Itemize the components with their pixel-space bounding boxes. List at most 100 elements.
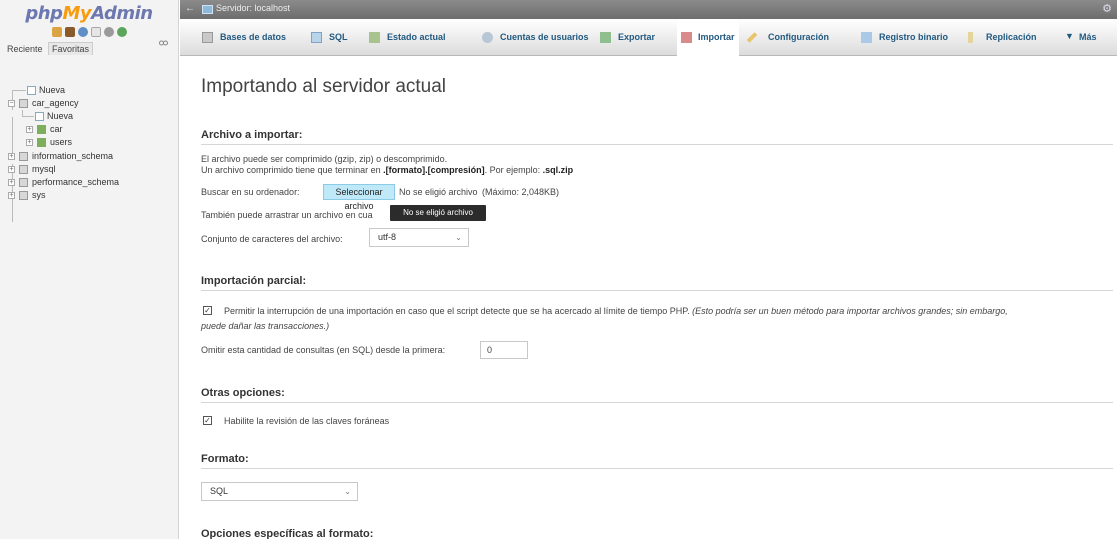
tree-item-label: Nueva (47, 111, 74, 121)
tab-label: Cuentas de usuarios (500, 32, 589, 42)
compression-format-note: Un archivo comprimido tiene que terminar… (201, 165, 573, 175)
charset-label: Conjunto de caracteres del archivo: (201, 234, 343, 244)
collapse-arrow-icon[interactable]: ← (185, 3, 195, 14)
tab-databases[interactable]: Bases de datos (202, 19, 292, 56)
partial-section-heading: Importación parcial: (201, 275, 307, 287)
tab-replication[interactable]: Replicación (968, 19, 1043, 56)
navigation-sidebar: phpMyAdmin Reciente Favoritas Nueva − ca… (0, 0, 179, 539)
database-tree: Nueva − car_agency Nueva + car + users +… (0, 84, 179, 222)
tab-favorites[interactable]: Favoritas (48, 42, 94, 55)
main-nav-tabs: Bases de datos SQL Estado actual Cuentas… (180, 19, 1117, 56)
foreign-keys-checkbox[interactable]: ✓ (203, 416, 212, 425)
databases-icon (202, 32, 213, 43)
link-icon[interactable] (159, 40, 168, 46)
expand-icon[interactable]: + (26, 126, 33, 133)
tab-label: Bases de datos (220, 32, 287, 42)
gear-icon[interactable]: ⚙ (1102, 2, 1112, 15)
format-select[interactable]: SQL ⌄ (201, 482, 358, 501)
tree-item-new[interactable]: Nueva (0, 84, 179, 97)
tab-binary-log[interactable]: Registro binario (861, 19, 955, 56)
foreign-keys-label: Habilite la revisión de las claves forán… (224, 416, 390, 426)
compression-note: El archivo puede ser comprimido (gzip, z… (201, 154, 448, 164)
tab-settings[interactable]: Configuración (746, 19, 846, 56)
logout-icon[interactable] (64, 27, 75, 37)
allow-interrupt-note: (Esto podría ser un buen método para imp… (692, 306, 1008, 316)
collapse-icon[interactable]: − (8, 100, 15, 107)
database-icon (19, 191, 28, 200)
skip-queries-input[interactable]: 0 (480, 341, 528, 359)
tab-label: Configuración (768, 32, 829, 42)
tab-label: Exportar (618, 32, 656, 42)
charset-select[interactable]: utf-8 ⌄ (369, 228, 469, 247)
tab-more[interactable]: ▼ Más (1065, 19, 1110, 56)
charset-value: utf-8 (378, 232, 397, 242)
tab-export[interactable]: Exportar (600, 19, 670, 56)
file-tooltip: No se eligió archivo (390, 205, 486, 221)
logo-admin: Admin (91, 3, 153, 24)
select-file-button[interactable]: Seleccionar archivo (323, 184, 395, 211)
browse-label: Buscar en su ordenador: (201, 187, 300, 197)
help-icon[interactable] (77, 27, 88, 37)
tree-item-label: Nueva (39, 85, 66, 95)
database-icon (19, 152, 28, 161)
table-icon (37, 138, 46, 147)
expand-icon[interactable]: + (26, 139, 33, 146)
database-icon (19, 99, 28, 108)
chevron-down-icon: ▼ (1065, 31, 1074, 41)
allow-interrupt-note: puede dañar las transacciones.) (201, 321, 330, 331)
allow-interrupt-checkbox[interactable]: ✓ (203, 306, 212, 315)
docs-icon[interactable] (90, 27, 101, 37)
section-divider (201, 402, 1113, 403)
wrench-icon (746, 32, 758, 43)
tab-recent[interactable]: Reciente (4, 43, 46, 55)
chevron-down-icon: ⌄ (455, 233, 462, 242)
tab-user-accounts[interactable]: Cuentas de usuarios (482, 19, 590, 56)
allow-interrupt-text: Permitir la interrupción de una importac… (224, 306, 690, 316)
tree-item-label: users (50, 137, 73, 147)
main-content: Importando al servidor actual Archivo a … (180, 57, 1117, 539)
database-icon (19, 178, 28, 187)
sql-icon (311, 32, 322, 43)
chevron-down-icon: ⌄ (344, 487, 351, 496)
export-icon (600, 32, 611, 43)
section-divider (201, 144, 1113, 145)
file-section-heading: Archivo a importar: (201, 129, 303, 141)
binary-log-icon (861, 32, 872, 43)
tab-label: Registro binario (879, 32, 949, 42)
tab-label: Importar (698, 32, 735, 42)
reload-icon[interactable] (116, 27, 127, 37)
import-icon (681, 32, 692, 43)
home-icon[interactable] (51, 27, 62, 37)
tab-label: SQL (329, 32, 348, 42)
expand-icon[interactable]: + (8, 153, 15, 160)
tree-item-label: information_schema (32, 151, 114, 161)
tree-item-label: sys (32, 190, 46, 200)
database-icon (19, 165, 28, 174)
format-note-pattern: .[formato].[compresión] (383, 165, 485, 175)
format-specific-heading: Opciones específicas al formato: (201, 528, 374, 539)
allow-interrupt-label: Permitir la interrupción de una importac… (224, 306, 1008, 316)
format-note-example: .sql.zip (542, 165, 574, 175)
sidebar-icon-bar (0, 27, 178, 39)
tab-status[interactable]: Estado actual (369, 19, 459, 56)
tree-item-label: performance_schema (32, 177, 120, 187)
section-divider (201, 290, 1113, 291)
skip-queries-label: Omitir esta cantidad de consultas (en SQ… (201, 345, 446, 355)
settings-icon[interactable] (103, 27, 114, 37)
sidebar-tabs: Reciente Favoritas (4, 42, 178, 56)
tab-label: Más (1079, 32, 1097, 42)
format-value: SQL (210, 486, 229, 496)
server-breadcrumb-bar: ← Servidor: localhost ⚙ (180, 0, 1117, 19)
tab-sql[interactable]: SQL (311, 19, 351, 56)
logo-my: My (62, 3, 92, 24)
tab-import[interactable]: Importar (677, 19, 739, 56)
max-size-note: (Máximo: 2,048KB) (482, 187, 560, 197)
expand-icon[interactable]: + (8, 179, 15, 186)
server-breadcrumb[interactable]: Servidor: localhost (216, 3, 290, 13)
expand-icon[interactable]: + (8, 166, 15, 173)
expand-icon[interactable]: + (8, 192, 15, 199)
section-divider (201, 468, 1113, 469)
table-icon (37, 125, 46, 134)
phpmyadmin-logo[interactable]: phpMyAdmin (0, 0, 178, 24)
allow-interrupt-note-2: puede dañar las transacciones.) (201, 321, 329, 331)
